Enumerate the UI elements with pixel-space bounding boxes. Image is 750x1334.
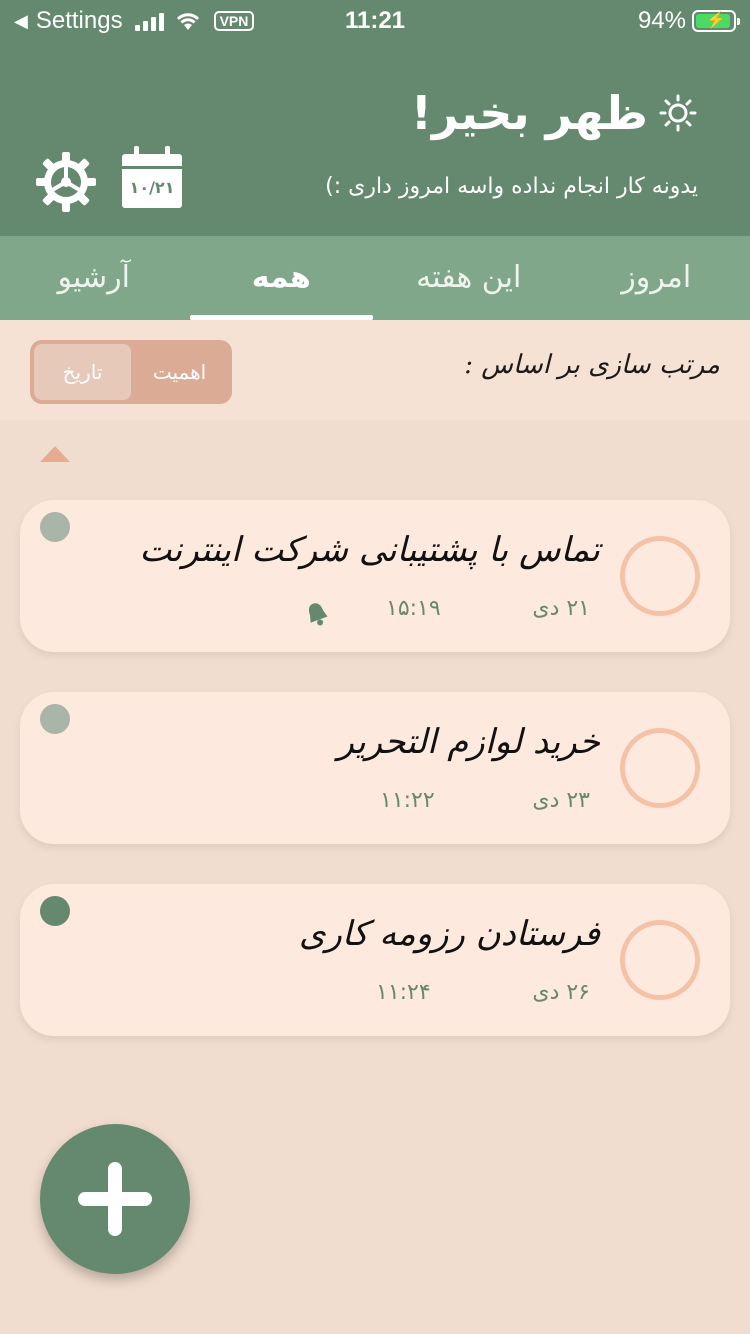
status-right: 94% ⚡ [637, 7, 740, 35]
task-time: ۱۵:۱۹ [386, 596, 441, 621]
task-check-circle[interactable] [620, 728, 700, 808]
calendar-icon[interactable]: ۱۰/۲۱ [122, 146, 182, 208]
task-title: تماس با پشتیبانی شرکت اینترنت [139, 530, 600, 570]
sort-by-date[interactable]: تاریخ [34, 344, 131, 400]
greeting-subtitle: یدونه کار انجام نداده واسه امروز داری :) [325, 174, 698, 199]
add-task-button[interactable] [40, 1124, 190, 1274]
bell-icon [308, 603, 328, 626]
calendar-date: ۱۰/۲۱ [129, 178, 175, 197]
task-date: ۲۱ دی [532, 596, 590, 621]
task-card[interactable]: فرستادن رزومه کاری ۲۶ دی ۱۱:۲۴ [20, 884, 730, 1036]
priority-dot [40, 512, 70, 542]
status-bar: ◀ Settings VPN 11:21 94% ⚡ [0, 0, 750, 40]
gear-icon[interactable] [34, 150, 98, 214]
task-date: ۲۶ دی [532, 980, 590, 1005]
task-card[interactable]: تماس با پشتیبانی شرکت اینترنت ۲۱ دی ۱۵:۱… [20, 500, 730, 652]
tab-today[interactable]: امروز [563, 236, 750, 320]
sort-toggle[interactable]: تاریخ اهمیت [30, 340, 232, 404]
task-title: خرید لوازم التحریر [337, 722, 600, 762]
greeting-row: ظهر بخیر! [411, 86, 698, 140]
task-time: ۱۱:۲۲ [380, 788, 435, 813]
tab-bar: آرشیو همه این هفته امروز [0, 236, 750, 320]
tab-archive[interactable]: آرشیو [0, 236, 188, 320]
sort-by-priority[interactable]: اهمیت [131, 344, 228, 400]
task-time: ۱۱:۲۴ [376, 980, 431, 1005]
collapse-arrow-icon[interactable] [40, 446, 70, 462]
tab-all[interactable]: همه [188, 236, 376, 320]
priority-dot [40, 704, 70, 734]
sort-label: مرتب سازی بر اساس : [464, 350, 720, 380]
header: ظهر بخیر! یدونه کار انجام نداده واسه امر… [0, 40, 750, 236]
greeting-title: ظهر بخیر! [410, 86, 648, 140]
task-date: ۲۳ دی [532, 788, 590, 813]
sun-icon [659, 94, 697, 132]
priority-dot [40, 896, 70, 926]
task-check-circle[interactable] [620, 536, 700, 616]
task-title: فرستادن رزومه کاری [298, 914, 600, 954]
task-check-circle[interactable] [620, 920, 700, 1000]
battery-icon: ⚡ [692, 10, 740, 32]
tab-this-week[interactable]: این هفته [375, 236, 563, 320]
sort-row: مرتب سازی بر اساس : تاریخ اهمیت [0, 320, 750, 420]
task-card[interactable]: خرید لوازم التحریر ۲۳ دی ۱۱:۲۲ [20, 692, 730, 844]
battery-percent: 94% [637, 7, 686, 34]
